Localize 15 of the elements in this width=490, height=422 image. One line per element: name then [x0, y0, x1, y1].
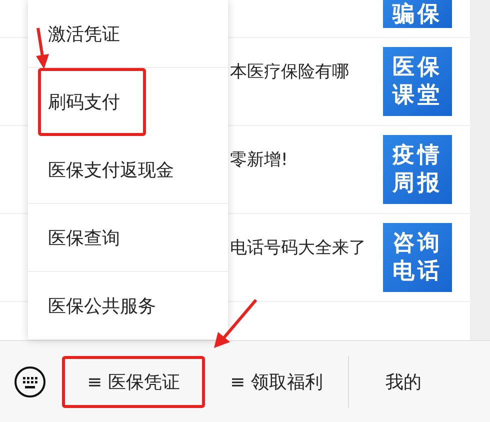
menu-item[interactable]: 刷码支付 [38, 68, 146, 136]
thumbnail-tile[interactable]: 医保 课堂 [383, 47, 452, 116]
thumbnail-tile[interactable]: 疫情 周报 [383, 135, 452, 204]
menu-tab[interactable]: 我的 [348, 356, 458, 408]
menu-item[interactable]: 医保公共服务 [28, 272, 228, 340]
menu-tab[interactable]: ≡ 医保凭证 [62, 356, 205, 408]
article-title[interactable]: 电话号码大全来了 [230, 236, 383, 259]
thumbnail-tile[interactable]: 咨询 电话 [383, 223, 452, 292]
menu-tab[interactable]: ≡ 领取福利 [205, 356, 348, 408]
article-title[interactable]: 零新增! [230, 148, 383, 171]
menu-item[interactable]: 医保支付返现金 [28, 136, 228, 204]
menu-item[interactable]: 医保查询 [28, 204, 228, 272]
article-title[interactable]: 本医疗保险有哪 [230, 60, 383, 83]
menu-item[interactable]: 激活凭证 [28, 0, 228, 68]
thumbnail-tile[interactable]: 骗保 [383, 0, 452, 28]
